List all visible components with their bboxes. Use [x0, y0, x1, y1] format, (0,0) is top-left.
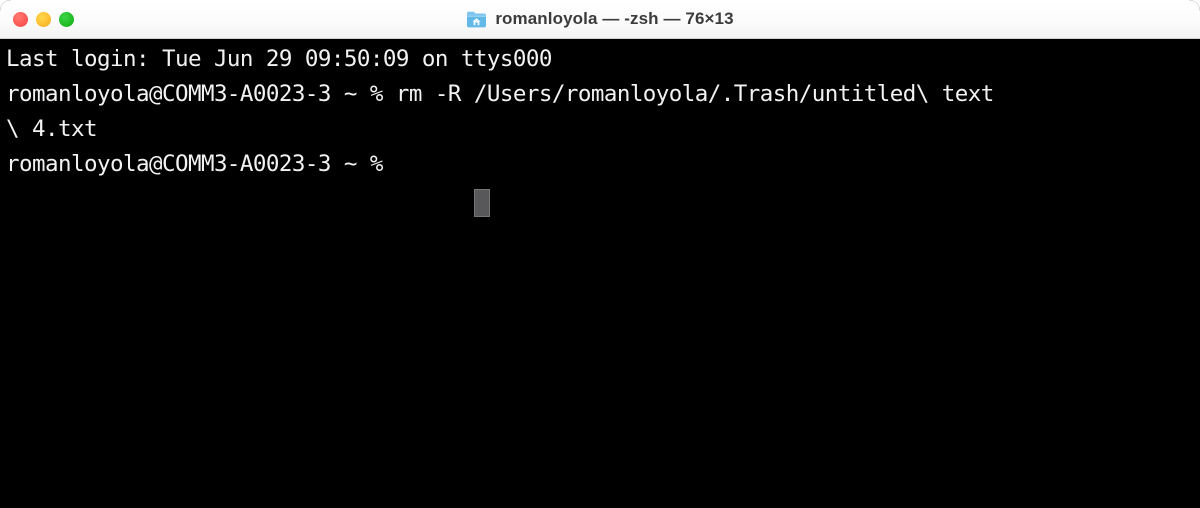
window-titlebar[interactable]: romanloyola — -zsh — 76×13 [0, 0, 1200, 39]
close-button[interactable] [13, 11, 28, 27]
home-folder-icon [467, 11, 487, 27]
terminal-line: romanloyola@COMM3-A0023-3 ~ % [6, 151, 396, 177]
terminal-cursor [474, 189, 490, 217]
maximize-button[interactable] [59, 11, 74, 27]
terminal-text: Last login: Tue Jun 29 09:50:09 on ttys0… [6, 42, 1200, 182]
terminal-output-area[interactable]: Last login: Tue Jun 29 09:50:09 on ttys0… [0, 39, 1200, 508]
window-controls [13, 0, 74, 38]
terminal-line: \ 4.txt [6, 116, 98, 142]
window-title: romanloyola — -zsh — 76×13 [495, 9, 734, 28]
minimize-button[interactable] [36, 11, 51, 27]
window-title-group: romanloyola — -zsh — 76×13 [0, 0, 1200, 38]
terminal-line: Last login: Tue Jun 29 09:50:09 on ttys0… [6, 46, 552, 72]
terminal-line: romanloyola@COMM3-A0023-3 ~ % rm -R /Use… [6, 81, 994, 107]
terminal-window: romanloyola — -zsh — 76×13 Last login: T… [0, 0, 1200, 508]
